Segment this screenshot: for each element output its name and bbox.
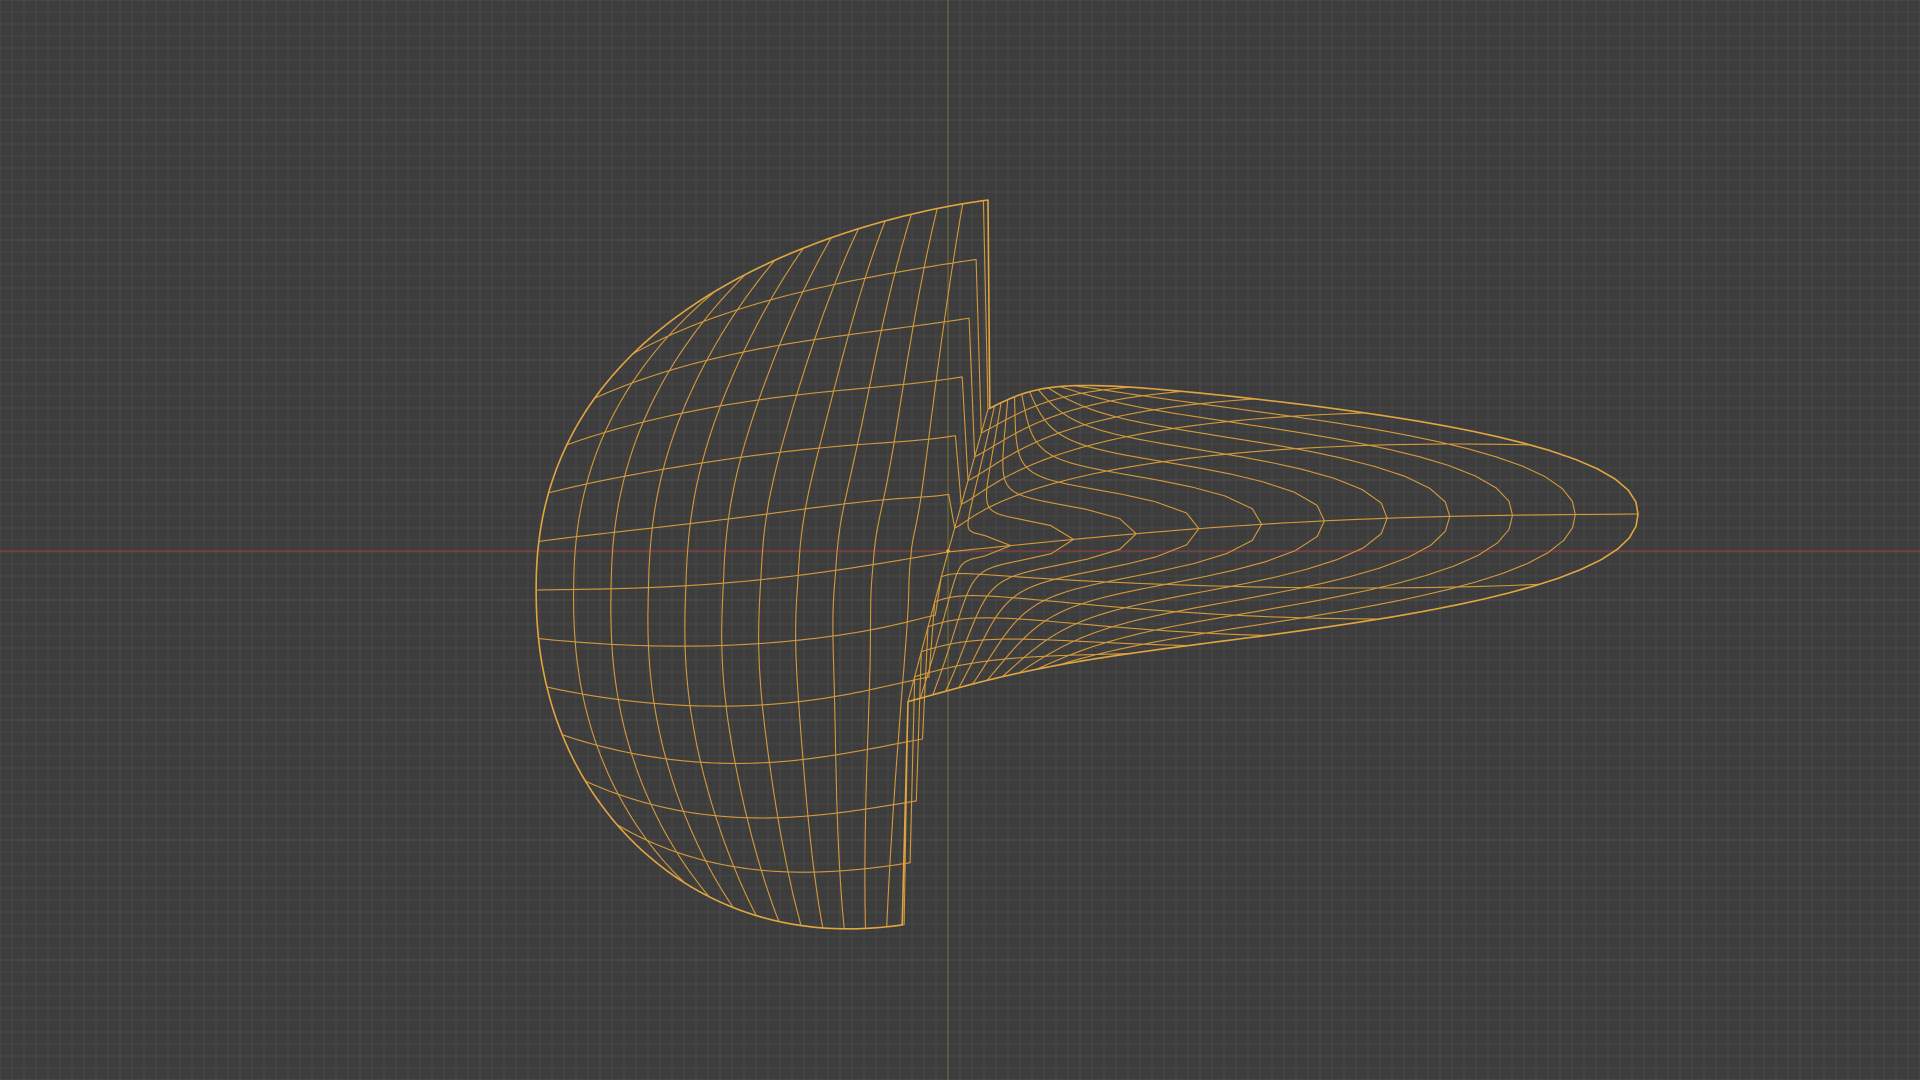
3d-viewport-canvas[interactable] <box>0 0 1920 1080</box>
floor-grid <box>0 0 1920 1080</box>
object-origin-dot <box>946 549 950 553</box>
